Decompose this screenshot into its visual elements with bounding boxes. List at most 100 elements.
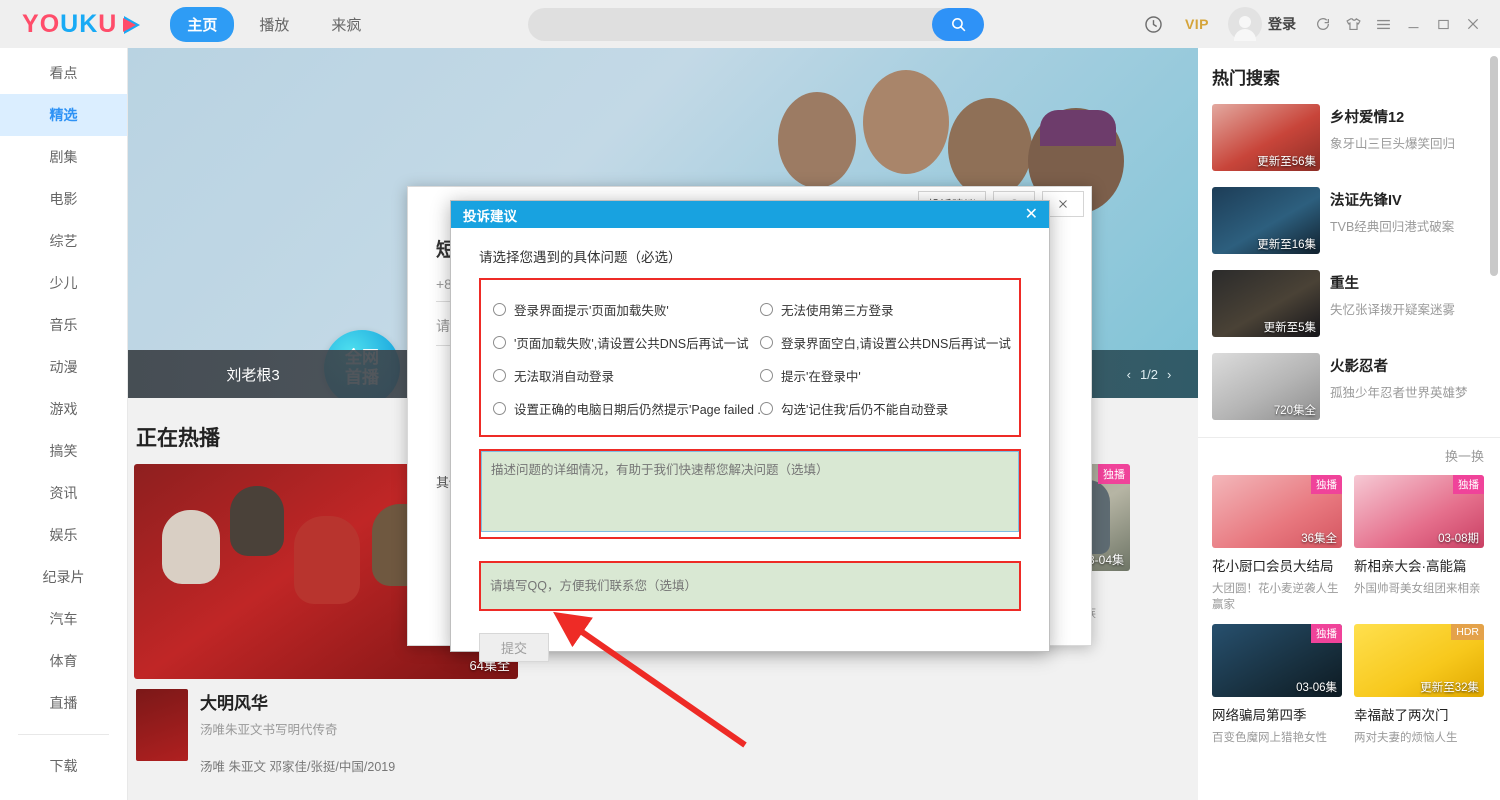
- nav-item-play[interactable]: 播放: [242, 7, 306, 42]
- banner-strip-item-1[interactable]: 刘老根3: [128, 364, 378, 385]
- refresh-recommendations-button[interactable]: 换一换: [1198, 438, 1500, 471]
- hot-search-item-3[interactable]: 更新至5集 重生 失忆张译拨开疑案迷雾: [1198, 265, 1500, 348]
- hot-search-item-1[interactable]: 更新至56集 乡村爱情12 象牙山三巨头爆笑回归: [1198, 99, 1500, 182]
- hot-search-item-4[interactable]: 720集全 火影忍者 孤独少年忍者世界英雄梦: [1198, 348, 1500, 431]
- hot-search-title: 热门搜索: [1198, 48, 1500, 99]
- feedback-qq-input[interactable]: [481, 563, 1019, 609]
- feedback-qq-highlight: [479, 561, 1021, 611]
- close-button[interactable]: [1458, 0, 1488, 48]
- feedback-option-6[interactable]: 提示'在登录中': [750, 359, 1017, 392]
- hot-search-item-1-subtitle: 象牙山三巨头爆笑回归: [1330, 133, 1455, 152]
- carousel-next-button[interactable]: ›: [1167, 367, 1171, 382]
- radio-icon[interactable]: [760, 303, 773, 316]
- sidebar-divider: [18, 734, 109, 735]
- recommend-card-2-episode-badge: 03-08期: [1438, 530, 1479, 546]
- login-button[interactable]: 登录: [1268, 14, 1296, 34]
- sidebar-item-dongman[interactable]: 动漫: [0, 346, 127, 388]
- sidebar-item-dianying[interactable]: 电影: [0, 178, 127, 220]
- feedback-question-label: 请选择您遇到的具体问题（必选）: [479, 246, 1021, 266]
- logo-play-icon-accent: [123, 18, 136, 32]
- banner-carousel-controls: ‹ 1/2 ›: [1100, 350, 1198, 398]
- search-input[interactable]: [528, 8, 984, 41]
- sidebar-item-tiyu[interactable]: 体育: [0, 640, 127, 682]
- nav-item-home[interactable]: 主页: [170, 7, 234, 42]
- feedback-option-5[interactable]: 无法取消自动登录: [483, 359, 750, 392]
- feedback-option-2[interactable]: 无法使用第三方登录: [750, 293, 1017, 326]
- sidebar-item-jingxuan[interactable]: 精选: [0, 94, 127, 136]
- refresh-button[interactable]: [1308, 0, 1338, 48]
- sidebar-item-shaoer[interactable]: 少儿: [0, 262, 127, 304]
- maximize-icon: [1436, 17, 1451, 32]
- history-button[interactable]: [1134, 0, 1172, 48]
- sidebar-item-upload[interactable]: 上传: [0, 787, 127, 800]
- hot-search-item-4-title: 火影忍者: [1330, 355, 1468, 376]
- recommend-card-4[interactable]: HDR 更新至32集 幸福敲了两次门 两对夫妻的烦恼人生: [1354, 624, 1484, 745]
- sidebar: 看点 精选 剧集 电影 综艺 少儿 音乐 动漫 游戏 搞笑 资讯 娱乐 纪录片 …: [0, 48, 128, 800]
- recommend-card-3-thumbnail: 独播 03-06集: [1212, 624, 1342, 697]
- menu-button[interactable]: [1368, 0, 1398, 48]
- feedback-submit-button[interactable]: 提交: [479, 633, 549, 662]
- feedback-dialog-close-button[interactable]: ✕: [1022, 207, 1041, 223]
- radio-icon[interactable]: [493, 402, 506, 415]
- maximize-button[interactable]: [1428, 0, 1458, 48]
- recommend-card-2-title: 新相亲大会·高能篇: [1354, 555, 1484, 575]
- hot-search-item-3-thumbnail: 更新至5集: [1212, 270, 1320, 337]
- right-panel-scrollbar[interactable]: [1490, 56, 1498, 276]
- featured-meta: 大明风华 汤唯朱亚文书写明代传奇 汤唯 朱亚文 邓家佳/张挺/中国/2019: [134, 679, 518, 775]
- radio-icon[interactable]: [760, 369, 773, 382]
- radio-icon[interactable]: [760, 402, 773, 415]
- sidebar-item-zixun[interactable]: 资讯: [0, 472, 127, 514]
- feedback-option-4-label: 登录界面空白,请设置公共DNS后再试一试: [781, 333, 1011, 352]
- feedback-option-1[interactable]: 登录界面提示'页面加载失败': [483, 293, 750, 326]
- recommend-card-4-subtitle: 两对夫妻的烦恼人生: [1354, 729, 1484, 745]
- sidebar-item-zhibo[interactable]: 直播: [0, 682, 127, 724]
- sidebar-item-youxi[interactable]: 游戏: [0, 388, 127, 430]
- avatar[interactable]: [1228, 7, 1262, 41]
- youku-logo[interactable]: YOUKU: [22, 10, 136, 39]
- feedback-option-8[interactable]: 勾选'记住我'后仍不能自动登录: [750, 392, 1017, 425]
- sidebar-item-zongyi[interactable]: 综艺: [0, 220, 127, 262]
- nav-item-laifeng[interactable]: 来疯: [314, 7, 378, 42]
- close-icon: [1057, 198, 1069, 210]
- radio-icon[interactable]: [493, 303, 506, 316]
- sidebar-item-kandian[interactable]: 看点: [0, 52, 127, 94]
- feedback-detail-textarea[interactable]: [481, 451, 1019, 532]
- sidebar-item-qiche[interactable]: 汽车: [0, 598, 127, 640]
- hot-search-item-2-episode-badge: 更新至16集: [1257, 236, 1316, 252]
- hot-search-item-4-episode-badge: 720集全: [1274, 402, 1316, 418]
- radio-icon[interactable]: [760, 336, 773, 349]
- feedback-dialog-titlebar: 投诉建议 ✕: [451, 201, 1049, 228]
- feedback-option-4[interactable]: 登录界面空白,请设置公共DNS后再试一试: [750, 326, 1017, 359]
- radio-icon[interactable]: [493, 369, 506, 382]
- feedback-option-1-label: 登录界面提示'页面加载失败': [514, 300, 669, 319]
- sidebar-item-jilupian[interactable]: 纪录片: [0, 556, 127, 598]
- feedback-dialog-title: 投诉建议: [463, 205, 517, 225]
- sidebar-item-gaoxiao[interactable]: 搞笑: [0, 430, 127, 472]
- recommend-card-3[interactable]: 独播 03-06集 网络骗局第四季 百变色魔网上猎艳女性: [1212, 624, 1342, 745]
- recommend-card-2-subtitle: 外国帅哥美女组团来相亲: [1354, 580, 1484, 596]
- recommend-card-4-tag: HDR: [1451, 624, 1484, 640]
- skin-button[interactable]: [1338, 0, 1368, 48]
- hot-search-item-4-thumbnail: 720集全: [1212, 353, 1320, 420]
- minimize-button[interactable]: [1398, 0, 1428, 48]
- sidebar-item-yule[interactable]: 娱乐: [0, 514, 127, 556]
- recommend-card-3-tag: 独播: [1311, 624, 1342, 643]
- recommend-card-1[interactable]: 独播 36集全 花小厨口会员大结局 大团圆！花小麦逆袭人生赢家: [1212, 475, 1342, 612]
- recommend-card-1-episode-badge: 36集全: [1301, 530, 1337, 546]
- vip-button[interactable]: VIP: [1172, 0, 1222, 48]
- sidebar-item-yinyue[interactable]: 音乐: [0, 304, 127, 346]
- sidebar-item-download[interactable]: 下载: [0, 745, 127, 787]
- search-area: [528, 8, 984, 41]
- feedback-option-6-label: 提示'在登录中': [781, 366, 861, 385]
- hot-search-item-2[interactable]: 更新至16集 法证先锋IV TVB经典回归港式破案: [1198, 182, 1500, 265]
- search-button[interactable]: [932, 8, 984, 41]
- feedback-option-3[interactable]: '页面加载失败',请设置公共DNS后再试一试: [483, 326, 750, 359]
- recommend-card-2[interactable]: 独播 03-08期 新相亲大会·高能篇 外国帅哥美女组团来相亲: [1354, 475, 1484, 612]
- featured-subtitle: 汤唯朱亚文书写明代传奇: [200, 719, 395, 738]
- carousel-prev-button[interactable]: ‹: [1127, 367, 1131, 382]
- sidebar-item-juji[interactable]: 剧集: [0, 136, 127, 178]
- radio-icon[interactable]: [493, 336, 506, 349]
- hot-search-item-3-title: 重生: [1330, 272, 1455, 293]
- recommend-card-4-episode-badge: 更新至32集: [1420, 679, 1479, 695]
- feedback-option-7[interactable]: 设置正确的电脑日期后仍然提示'Page failed .': [483, 392, 750, 425]
